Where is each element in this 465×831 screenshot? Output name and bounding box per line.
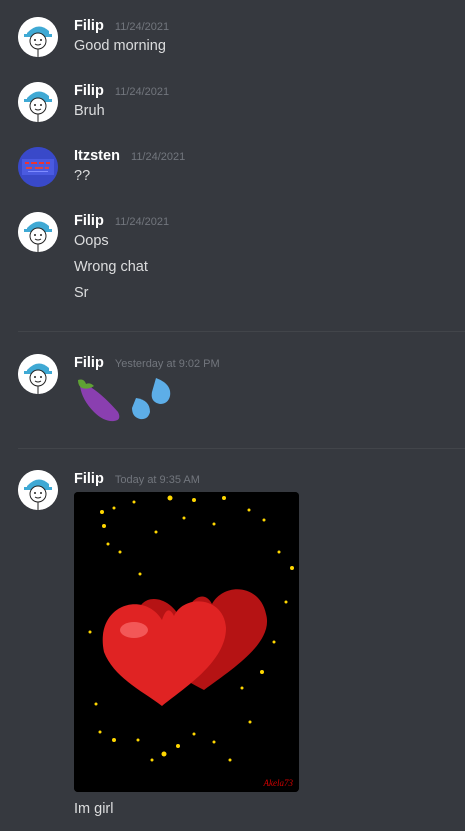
- author-name[interactable]: Itzsten: [74, 148, 120, 164]
- stickman-avatar-icon: [18, 17, 58, 57]
- stickman-avatar-icon: [18, 212, 58, 252]
- message-text: Wrong chat: [74, 259, 148, 275]
- avatar[interactable]: [18, 354, 58, 394]
- message-text: Sr: [74, 285, 89, 301]
- message-text: Bruh: [74, 103, 105, 119]
- message-text: ??: [74, 168, 91, 184]
- sweat-droplets-icon[interactable]: [132, 378, 171, 420]
- hearts-gif-icon: [74, 492, 299, 792]
- message-text: Im girl: [74, 801, 114, 817]
- author-name[interactable]: Filip: [74, 471, 104, 487]
- stickman-avatar-icon: [18, 470, 58, 510]
- author-name[interactable]: Filip: [74, 355, 104, 371]
- message-text: Good morning: [74, 38, 166, 54]
- chat-message-list: Filip 11/24/2021 Good morning Filip 11/2…: [0, 0, 465, 831]
- avatar[interactable]: [18, 470, 58, 510]
- timestamp: 11/24/2021: [114, 216, 170, 228]
- gif-signature: Akela73: [263, 778, 294, 788]
- timestamp: Today at 9:35 AM: [114, 474, 200, 486]
- author-name[interactable]: Filip: [74, 83, 104, 99]
- eggplant-icon[interactable]: [78, 379, 120, 422]
- timestamp: 11/24/2021: [114, 86, 170, 98]
- timestamp: 11/24/2021: [131, 151, 186, 163]
- timestamp: Yesterday at 9:02 PM: [114, 358, 220, 370]
- date-divider: [18, 331, 465, 332]
- timestamp: 11/24/2021: [114, 21, 170, 33]
- avatar[interactable]: [18, 82, 58, 122]
- date-divider: [18, 448, 465, 449]
- pixel-avatar-icon: [18, 147, 58, 187]
- author-name[interactable]: Filip: [74, 213, 104, 229]
- avatar[interactable]: [18, 17, 58, 57]
- avatar[interactable]: [18, 212, 58, 252]
- emoji-row: [74, 374, 174, 428]
- stickman-avatar-icon: [18, 354, 58, 394]
- message-text: Oops: [74, 233, 109, 249]
- gif-attachment[interactable]: Akela73: [74, 492, 299, 792]
- avatar[interactable]: [18, 147, 58, 187]
- stickman-avatar-icon: [18, 82, 58, 122]
- author-name[interactable]: Filip: [74, 18, 104, 34]
